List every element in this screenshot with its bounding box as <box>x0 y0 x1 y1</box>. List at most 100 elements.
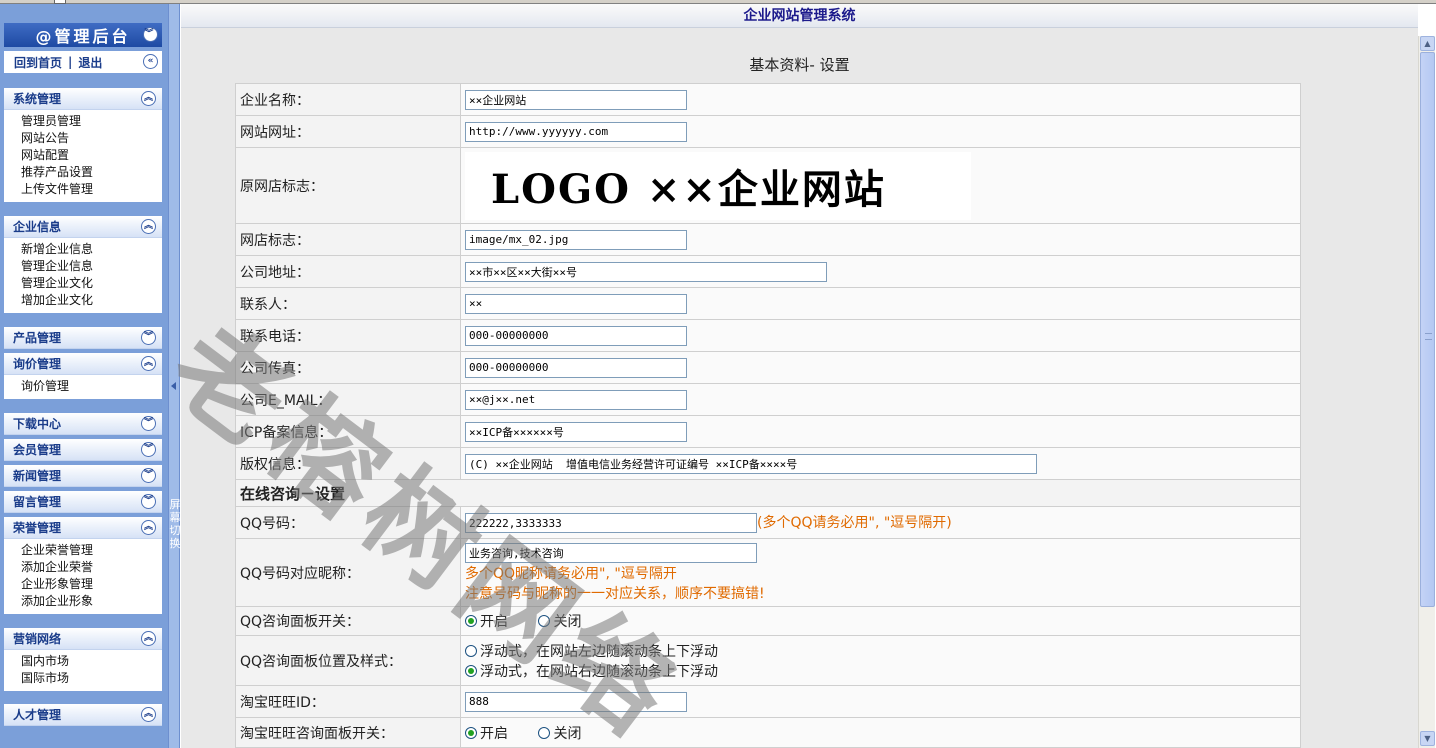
menu-item[interactable]: 国内市场 <box>21 653 162 670</box>
menu-group-header[interactable]: 系统管理 ︽ <box>4 88 162 110</box>
menu-item[interactable]: 管理企业文化 <box>21 275 162 292</box>
menu-group-title: 营销网络 <box>13 632 62 646</box>
field-label: 网站网址： <box>235 115 461 148</box>
screen-switch-label[interactable]: 屏幕切换 <box>169 498 181 550</box>
menu-group-downloads: 下载中心 ︾ <box>4 413 162 435</box>
radio-icon[interactable] <box>465 644 477 657</box>
field-label: 版权信息： <box>235 447 461 480</box>
menu-group-header[interactable]: 会员管理 ︾ <box>4 439 162 461</box>
menu-item[interactable]: 添加企业荣誉 <box>21 559 162 576</box>
contact-input[interactable] <box>465 293 687 314</box>
menu-group-header[interactable]: 营销网络 ︽ <box>4 628 162 650</box>
radio-icon[interactable] <box>538 726 551 739</box>
menu-group-system: 系统管理 ︽ 管理员管理 网站公告 网站配置 推荐产品设置 上传文件管理 <box>4 88 162 202</box>
menu-item[interactable]: 询价管理 <box>21 378 162 395</box>
chevron-down-icon[interactable]: ︾ <box>141 442 156 457</box>
icp-input[interactable] <box>465 421 687 442</box>
field-label: 公司E_MAIL： <box>235 383 461 416</box>
menu-group-header[interactable]: 下载中心 ︾ <box>4 413 162 435</box>
qq-position-right-option[interactable]: 浮动式，在网站右边随滚动条上下浮动 <box>465 661 1300 681</box>
qq-nickname-input[interactable] <box>465 542 757 563</box>
menu-item[interactable]: 增加企业文化 <box>21 292 162 309</box>
menu-group-title: 系统管理 <box>13 92 62 106</box>
chevron-down-icon[interactable]: ︾ <box>141 330 156 345</box>
menu-item[interactable]: 网站公告 <box>21 130 162 147</box>
link-separator: | <box>68 55 73 69</box>
radio-selected-icon[interactable] <box>465 664 477 677</box>
logo-path-input[interactable] <box>465 229 687 250</box>
quick-links-bar: 回到首页 | 退出 « <box>4 51 162 73</box>
radio-icon[interactable] <box>538 615 551 627</box>
grip-icon <box>1425 333 1432 340</box>
collapse-left-icon[interactable]: « <box>143 54 158 69</box>
menu-group-title: 产品管理 <box>13 331 62 345</box>
menu-item[interactable]: 上传文件管理 <box>21 181 162 198</box>
radio-selected-icon[interactable] <box>465 726 477 739</box>
menu-item[interactable]: 管理企业信息 <box>21 258 162 275</box>
field-label: 公司地址： <box>235 255 461 288</box>
menu-item[interactable]: 管理员管理 <box>21 113 162 130</box>
menu-group-header[interactable]: 询价管理 ︽ <box>4 353 162 375</box>
chevron-down-icon[interactable]: ︾ <box>141 494 156 509</box>
chevron-down-icon[interactable]: ︾ <box>141 416 156 431</box>
field-label: 联系电话： <box>235 319 461 352</box>
scroll-down-icon[interactable]: ▼ <box>1420 731 1435 746</box>
taobao-panel-off-option[interactable]: 关闭 <box>538 726 581 742</box>
menu-item[interactable]: 企业荣誉管理 <box>21 542 162 559</box>
menu-item[interactable]: 企业形象管理 <box>21 576 162 593</box>
phone-input[interactable] <box>465 325 687 346</box>
admin-title: @管理后台 <box>35 27 131 46</box>
address-input[interactable] <box>465 261 827 282</box>
radio-label: 开启 <box>480 614 508 630</box>
qq-input[interactable] <box>465 513 757 534</box>
menu-group-header[interactable]: 人才管理 ︽ <box>4 704 162 726</box>
field-label: QQ咨询面板开关： <box>235 606 461 636</box>
field-label: QQ咨询面板位置及样式： <box>235 635 461 686</box>
panel-splitter[interactable]: 屏幕切换 <box>168 4 181 748</box>
menu-group-header[interactable]: 荣誉管理 ︽ <box>4 517 162 539</box>
radio-selected-icon[interactable] <box>465 615 477 627</box>
chevron-up-icon[interactable]: ︽ <box>141 219 156 234</box>
chevron-down-icon[interactable]: ︾ <box>141 468 156 483</box>
scroll-up-icon[interactable]: ▲ <box>1420 36 1435 51</box>
menu-item[interactable]: 新增企业信息 <box>21 241 162 258</box>
scrollbar-thumb[interactable] <box>1420 52 1435 607</box>
chevron-up-icon[interactable]: ︽ <box>141 91 156 106</box>
menu-item[interactable]: 推荐产品设置 <box>21 164 162 181</box>
chevron-up-icon[interactable]: ︽ <box>141 707 156 722</box>
chevron-up-icon[interactable]: ︽ <box>141 356 156 371</box>
menu-item[interactable]: 添加企业形象 <box>21 593 162 610</box>
menu-item[interactable]: 国际市场 <box>21 670 162 687</box>
collapse-chevron-icon[interactable]: ︾ <box>143 27 158 42</box>
qq-position-left-option[interactable]: 浮动式，在网站左边随滚动条上下浮动 <box>465 641 1300 661</box>
menu-item[interactable]: 网站配置 <box>21 147 162 164</box>
company-name-input[interactable] <box>465 89 687 110</box>
site-url-input[interactable] <box>465 121 687 142</box>
collapse-arrow-icon[interactable] <box>171 382 176 390</box>
page-title: 基本资料- 设置 <box>749 56 850 74</box>
section-heading: 在线咨询－设置 <box>235 479 1301 507</box>
fax-input[interactable] <box>465 357 687 378</box>
field-label: QQ号码对应昵称： <box>235 538 461 607</box>
nickname-hint: 多个QQ昵称请务必用", "逗号隔开 <box>465 565 677 582</box>
menu-group-header[interactable]: 新闻管理 ︾ <box>4 465 162 487</box>
taobao-panel-on-option[interactable]: 开启 <box>465 726 508 742</box>
menu-group-header[interactable]: 留言管理 ︾ <box>4 491 162 513</box>
menu-group-title: 询价管理 <box>13 357 62 371</box>
qq-panel-on-option[interactable]: 开启 <box>465 614 508 630</box>
home-link[interactable]: 回到首页 <box>14 54 62 71</box>
menu-group-news: 新闻管理 ︾ <box>4 465 162 487</box>
copyright-input[interactable] <box>465 453 1037 474</box>
field-label: ICP备案信息： <box>235 415 461 448</box>
chevron-up-icon[interactable]: ︽ <box>141 520 156 535</box>
chevron-up-icon[interactable]: ︽ <box>141 631 156 646</box>
logout-link[interactable]: 退出 <box>78 54 102 71</box>
email-input[interactable] <box>465 389 687 410</box>
vertical-scrollbar[interactable]: ▲ ▼ <box>1418 36 1435 748</box>
menu-group-talent: 人才管理 ︽ <box>4 704 162 726</box>
menu-group-header[interactable]: 产品管理 ︾ <box>4 327 162 349</box>
taobao-id-input[interactable] <box>465 691 687 712</box>
radio-label: 浮动式，在网站左边随滚动条上下浮动 <box>480 643 718 660</box>
menu-group-header[interactable]: 企业信息 ︽ <box>4 216 162 238</box>
qq-panel-off-option[interactable]: 关闭 <box>538 614 581 630</box>
